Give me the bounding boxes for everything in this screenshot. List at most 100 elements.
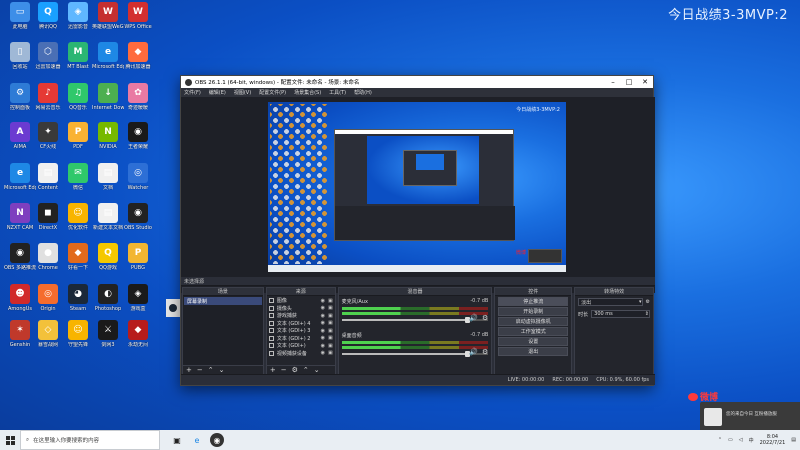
menu-help[interactable]: 帮助(H) [354, 89, 372, 96]
tray-up-icon[interactable]: ⌃ [718, 437, 722, 443]
desktop-icon[interactable]: ↓ Internet Downloader [92, 83, 124, 119]
source-item[interactable]: 文本 (GDI+) 3 ◉ ▣ [267, 327, 335, 335]
volume-slider[interactable] [341, 317, 489, 323]
studio-mode-button[interactable]: 工作室模式 [498, 327, 569, 336]
desktop-icon[interactable]: ◇ 暴雪战网 [32, 320, 64, 356]
source-item[interactable]: 文本 (GDI+) 4 ◉ ▣ [267, 320, 335, 328]
desktop-icon[interactable]: W WPS Office [122, 2, 154, 38]
menu-tools[interactable]: 工具(T) [329, 89, 346, 96]
desktop-icon[interactable]: Q QQ游戏 [92, 243, 124, 279]
settings-button[interactable]: 设置 [498, 337, 569, 346]
desktop-icon[interactable]: e Microsoft Edge [92, 42, 124, 78]
source-item[interactable]: 摄像头 ◉ ▣ [267, 305, 335, 313]
desktop-icon[interactable]: ☺ 守望先锋 [62, 320, 94, 356]
desktop-icon[interactable]: ♫ QQ音乐 [62, 83, 94, 119]
source-up-icon[interactable]: ⌃ [303, 366, 309, 374]
desktop-icon[interactable]: ✉ 微信 [62, 163, 94, 199]
virtual-camera-button[interactable]: 启动虚拟摄像机 [498, 317, 569, 326]
speaker-icon[interactable]: 🔊 [469, 348, 478, 356]
desktop-icon[interactable]: ◉ 王者荣耀 [122, 122, 154, 158]
obs-taskbar-icon[interactable]: ◉ [210, 433, 224, 447]
desktop-icon[interactable]: P PDF [62, 122, 94, 158]
desktop-icon[interactable]: ◎ Watcher [122, 163, 154, 199]
desktop-icon[interactable]: ◈ 游戏盒 [122, 284, 154, 320]
visibility-icon[interactable]: ◉ [321, 350, 325, 356]
start-recording-button[interactable]: 开始录制 [498, 307, 569, 316]
desktop-icon[interactable]: P PUBG [122, 243, 154, 279]
lock-icon[interactable]: ▣ [328, 305, 333, 311]
edge-icon[interactable]: e [190, 433, 204, 447]
desktop-icon[interactable]: ▤ 新建文本文档 [92, 203, 124, 239]
notification-center-icon[interactable]: ▤ [791, 437, 796, 443]
menu-profile[interactable]: 配置文件(P) [259, 89, 286, 96]
gear-icon[interactable]: ⚙ [482, 314, 488, 322]
source-item[interactable]: 文本 (GDI+) ◉ ▣ [267, 342, 335, 350]
lock-icon[interactable]: ▣ [328, 350, 333, 356]
desktop-icon[interactable]: ✦ CF火线 [32, 122, 64, 158]
transition-settings-icon[interactable]: ⚙ [646, 299, 650, 305]
exit-button[interactable]: 退出 [498, 347, 569, 356]
task-view-icon[interactable]: ▣ [170, 433, 184, 447]
move-down-icon[interactable]: ⌄ [219, 366, 225, 374]
notification-popup[interactable]: 您的来自今日 互粉播放服 [700, 402, 800, 432]
add-source-icon[interactable]: + [270, 366, 276, 374]
volume-icon[interactable]: ◁ [739, 437, 743, 443]
transition-select[interactable]: 淡出 ▾ [578, 298, 643, 306]
move-up-icon[interactable]: ⌃ [208, 366, 214, 374]
lock-icon[interactable]: ▣ [328, 328, 333, 334]
desktop-icon[interactable]: ⚔ 剑网3 [92, 320, 124, 356]
source-item[interactable]: 视频捕获设备 ◉ ▣ [267, 350, 335, 358]
ime-icon[interactable]: 中 [749, 437, 754, 444]
menu-edit[interactable]: 编辑(E) [209, 89, 226, 96]
menu-view[interactable]: 视图(V) [234, 89, 251, 96]
lock-icon[interactable]: ▣ [328, 298, 333, 304]
desktop-icon[interactable]: ◆ 好看一下 [62, 243, 94, 279]
source-down-icon[interactable]: ⌄ [314, 366, 320, 374]
desktop-icon[interactable]: ◕ Steam [62, 284, 94, 320]
start-button[interactable] [0, 430, 20, 450]
taskbar-search[interactable]: ⌕ 在这里输入你要搜索的内容 [20, 430, 160, 450]
desktop-icon[interactable]: ♪ 网易云音乐 [32, 83, 64, 119]
preview-canvas[interactable]: 今日战绩3-3MVP:2 微博 [268, 102, 566, 272]
desktop-icon[interactable]: ◐ Photoshop [92, 284, 124, 320]
minimize-icon[interactable]: – [605, 76, 621, 88]
lock-icon[interactable]: ▣ [328, 313, 333, 319]
desktop-icon[interactable]: ▤ Content [32, 163, 64, 199]
source-item[interactable]: 图像 ◉ ▣ [267, 297, 335, 305]
add-scene-icon[interactable]: + [186, 366, 192, 374]
desktop-icon[interactable]: ☺ 优化软件 [62, 203, 94, 239]
lock-icon[interactable]: ▣ [328, 320, 333, 326]
menu-file[interactable]: 文件(F) [184, 89, 201, 96]
stop-streaming-button[interactable]: 停止推流 [498, 297, 569, 306]
desktop-icon[interactable]: ◆ 腾讯加速器 [122, 42, 154, 78]
desktop-icon[interactable]: ◈ 迅雷影音 [62, 2, 94, 38]
source-item[interactable]: 游戏捕获 ◉ ▣ [267, 312, 335, 320]
visibility-icon[interactable]: ◉ [321, 328, 325, 334]
gear-icon[interactable]: ⚙ [482, 348, 488, 356]
obs-titlebar[interactable]: OBS 26.1.1 (64-bit, windows) - 配置文件: 未命名… [181, 76, 653, 88]
source-settings-icon[interactable]: ⚙ [292, 366, 298, 374]
desktop-icon[interactable]: ⬡ 迅雷加速器 [32, 42, 64, 78]
volume-slider[interactable] [341, 351, 489, 357]
visibility-icon[interactable]: ◉ [321, 313, 325, 319]
desktop-icon[interactable]: ✿ 奇迹暖暖 [122, 83, 154, 119]
duration-input[interactable]: 300 ms ⇕ [591, 310, 650, 318]
desktop-icon[interactable]: ◼ DirectX [32, 203, 64, 239]
desktop-icon[interactable]: ● Chrome [32, 243, 64, 279]
desktop-icon[interactable]: ◉ OBS Studio [122, 203, 154, 239]
visibility-icon[interactable]: ◉ [321, 320, 325, 326]
visibility-icon[interactable]: ◉ [321, 335, 325, 341]
visibility-icon[interactable]: ◉ [321, 305, 325, 311]
clock[interactable]: 8:04 2022/7/21 [760, 434, 786, 446]
desktop-icon[interactable]: ◆ 永劫无间 [122, 320, 154, 356]
menu-scene-collection[interactable]: 场景集合(S) [294, 89, 321, 96]
network-icon[interactable]: ▭ [728, 437, 733, 443]
desktop-icon[interactable]: W 英雄联盟WeGame [92, 2, 124, 38]
desktop-icon[interactable]: M MT Blast [62, 42, 94, 78]
visibility-icon[interactable]: ◉ [321, 343, 325, 349]
desktop-icon[interactable]: Q 腾讯QQ [32, 2, 64, 38]
remove-scene-icon[interactable]: − [197, 366, 203, 374]
maximize-icon[interactable]: □ [621, 76, 637, 88]
lock-icon[interactable]: ▣ [328, 343, 333, 349]
close-icon[interactable]: ✕ [637, 76, 653, 88]
